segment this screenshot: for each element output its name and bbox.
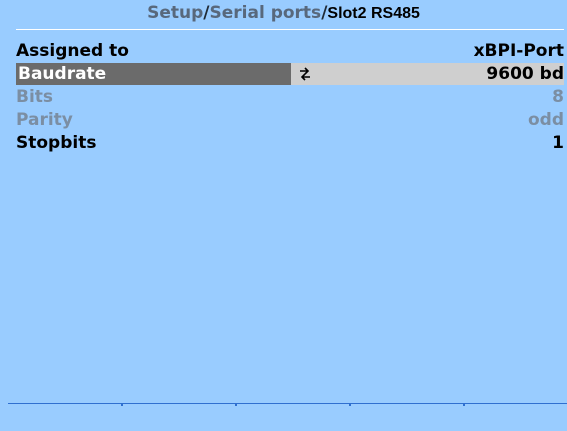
title-divider [16, 29, 564, 30]
setting-row-bits: Bits 8 [16, 86, 564, 108]
setting-row-parity: Parity odd [16, 109, 564, 131]
setting-value: 8 [552, 87, 564, 107]
setting-label: Assigned to [16, 41, 129, 61]
softkey-divider [8, 403, 567, 404]
softkey-separator [235, 404, 237, 406]
setting-row-assigned-to[interactable]: Assigned to xBPI-Port [16, 40, 564, 62]
breadcrumb: Setup/Serial ports/Slot2 RS485 [0, 0, 567, 28]
breadcrumb-setup[interactable]: Setup [147, 3, 203, 23]
swap-arrows-icon [300, 67, 310, 81]
setting-label: Stopbits [16, 133, 97, 153]
setting-value: 9600 bd [486, 64, 564, 84]
setting-label: Baudrate [18, 64, 107, 84]
setting-label: Bits [16, 87, 54, 107]
setting-value: xBPI-Port [473, 41, 564, 61]
softkey-bar [0, 403, 567, 431]
setting-value: 1 [552, 133, 564, 153]
breadcrumb-current: Slot2 RS485 [327, 5, 420, 22]
softkey-separator [463, 404, 465, 406]
setting-row-baudrate[interactable]: Baudrate 9600 bd [16, 63, 564, 85]
softkey-separator [349, 404, 351, 406]
softkey-separator [121, 404, 123, 406]
setting-row-stopbits[interactable]: Stopbits 1 [16, 132, 564, 154]
value-edit-field[interactable]: 9600 bd [291, 63, 564, 85]
setting-value: odd [527, 110, 564, 130]
breadcrumb-serial-ports[interactable]: Serial ports [210, 3, 322, 23]
setting-label: Parity [16, 110, 73, 130]
